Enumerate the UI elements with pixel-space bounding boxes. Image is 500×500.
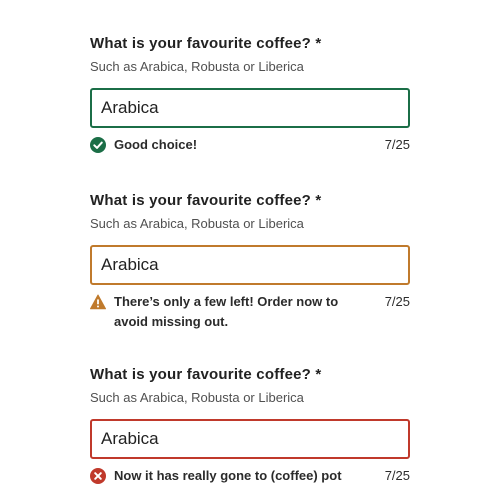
field-label: What is your favourite coffee? * bbox=[90, 35, 322, 52]
field-hint: Such as Arabica, Robusta or Liberica bbox=[90, 216, 304, 231]
field-label: What is your favourite coffee? * bbox=[90, 366, 322, 383]
feedback-message: Now it has really gone to (coffee) pot bbox=[114, 468, 342, 483]
character-count: 7/25 bbox=[384, 294, 410, 309]
field-label: What is your favourite coffee? * bbox=[90, 192, 322, 209]
coffee-field-error: What is your favourite coffee? * Such as… bbox=[90, 366, 410, 486]
validation-feedback: There’s only a few left! Order now to av… bbox=[90, 292, 410, 332]
error-circle-icon bbox=[90, 468, 106, 484]
check-circle-icon bbox=[90, 137, 106, 153]
field-hint: Such as Arabica, Robusta or Liberica bbox=[90, 390, 304, 405]
coffee-field-warning: What is your favourite coffee? * Such as… bbox=[90, 192, 410, 332]
coffee-input[interactable] bbox=[90, 88, 410, 128]
validation-feedback: Now it has really gone to (coffee) pot 7… bbox=[90, 466, 410, 486]
character-count: 7/25 bbox=[384, 468, 410, 483]
warning-triangle-icon bbox=[90, 294, 106, 310]
coffee-field-success: What is your favourite coffee? * Such as… bbox=[90, 35, 410, 155]
feedback-message: Good choice! bbox=[114, 137, 198, 152]
feedback-message: There’s only a few left! Order now to av… bbox=[114, 294, 339, 329]
character-count: 7/25 bbox=[384, 137, 410, 152]
field-hint: Such as Arabica, Robusta or Liberica bbox=[90, 59, 304, 74]
validation-feedback: Good choice! 7/25 bbox=[90, 135, 410, 155]
coffee-input[interactable] bbox=[90, 419, 410, 459]
coffee-input[interactable] bbox=[90, 245, 410, 285]
